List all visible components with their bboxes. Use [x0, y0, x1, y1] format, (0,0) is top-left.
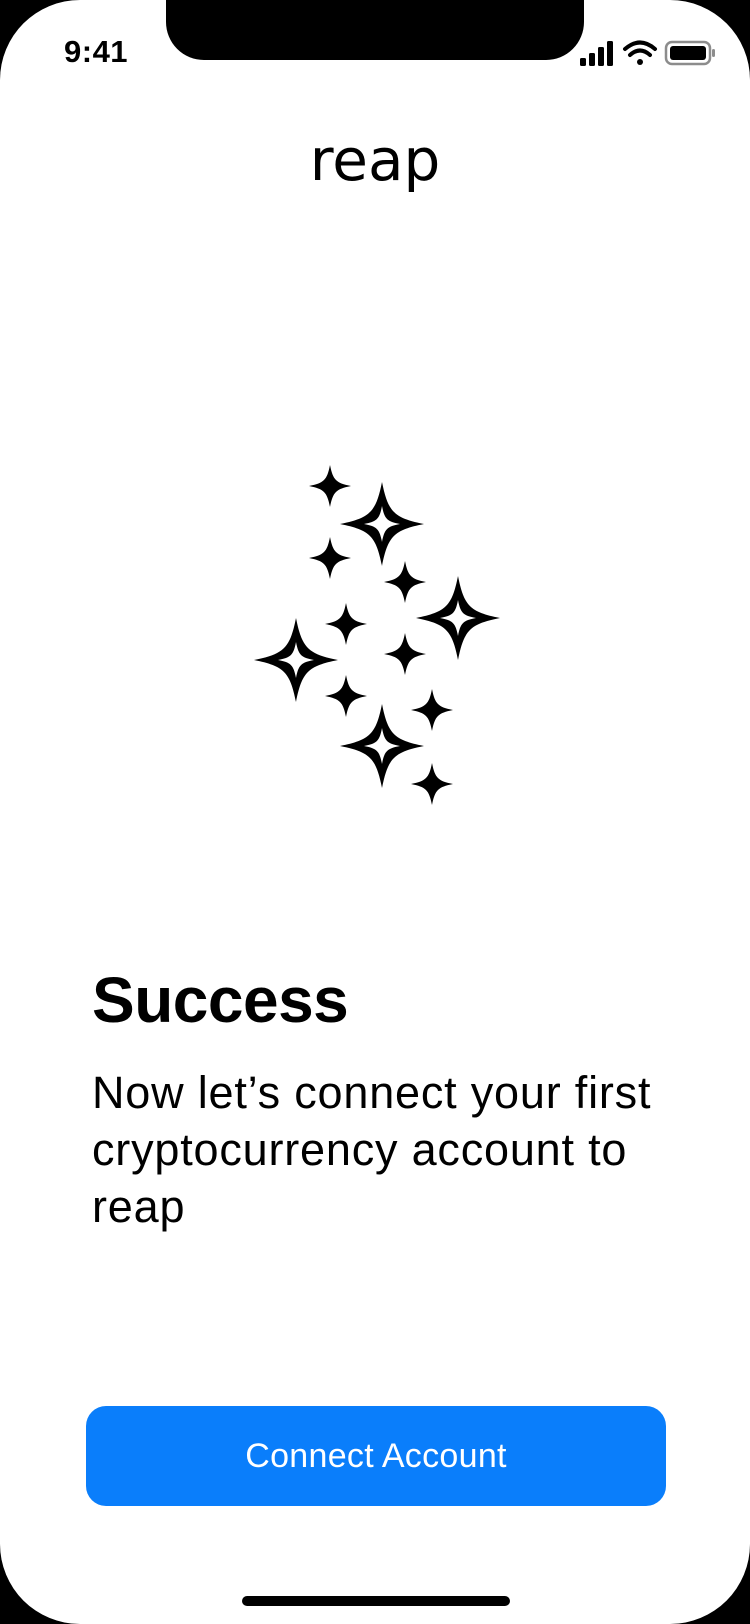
reap-logo: reap [0, 125, 750, 210]
wifi-icon [623, 40, 657, 65]
app-screen: 9:41 reap Success Now let’s connect your… [0, 0, 750, 1624]
reap-logo-mark: reap [310, 126, 441, 194]
logo-text: reap [310, 126, 441, 194]
status-time: 9:41 [64, 34, 129, 69]
home-indicator[interactable] [242, 1596, 510, 1606]
page-subtitle: Now let’s connect your first cryptocurre… [92, 1067, 652, 1232]
status-icons [580, 40, 715, 66]
connect-account-button[interactable]: Connect Account [86, 1406, 666, 1506]
cellular-signal-icon [580, 41, 613, 66]
device-notch [166, 0, 584, 60]
sparkles-icon [254, 465, 500, 805]
battery-icon [664, 40, 715, 66]
page-title: Success [92, 964, 349, 1036]
